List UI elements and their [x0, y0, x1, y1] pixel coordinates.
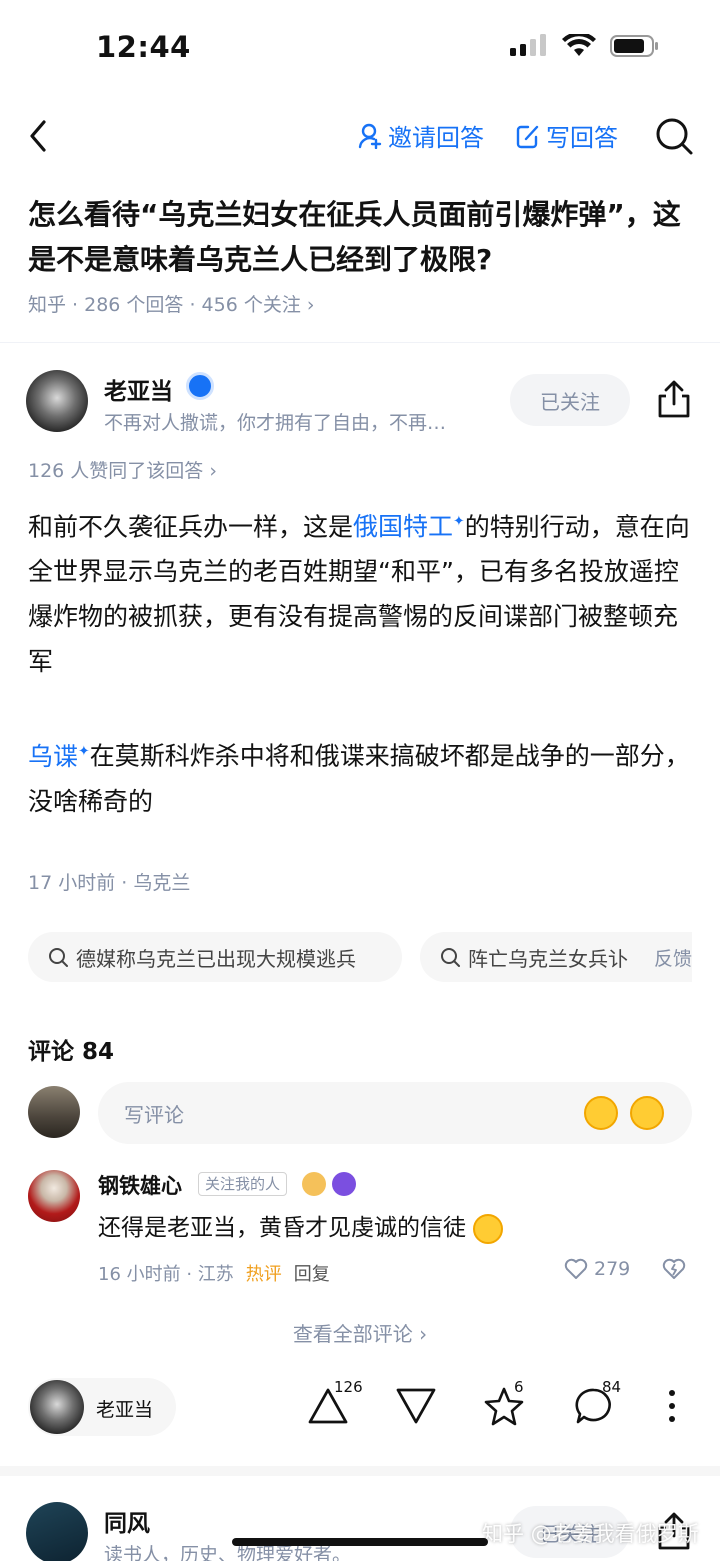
share-icon[interactable]	[654, 378, 694, 420]
wifi-icon	[562, 34, 596, 56]
status-time: 12:44	[96, 30, 191, 64]
vote-summary[interactable]: 126 人赞同了该回答 ›	[28, 456, 217, 483]
question-meta[interactable]: 知乎 · 286 个回答 · 456 个关注 ›	[28, 290, 315, 317]
comment-count: 84	[602, 1378, 622, 1396]
next-author-name[interactable]: 同风	[104, 1504, 150, 1538]
crown-badge-icon	[302, 1172, 326, 1196]
commenter-name[interactable]: 钢铁雄心	[98, 1170, 182, 1200]
answer-paragraph: 和前不久袭征兵办一样，这是俄国特工✦的特别行动，意在向全世界显示乌克兰的老百姓期…	[28, 500, 694, 684]
downvote-triangle-icon	[396, 1388, 436, 1424]
action-bar: 老亚当 126 6 84	[0, 1376, 720, 1440]
edit-icon	[516, 125, 539, 148]
divider	[0, 342, 720, 343]
invite-user-icon	[358, 123, 382, 149]
verified-badge-icon	[186, 372, 214, 400]
author-bio: 不再对人撒谎，你才拥有了自由，不再…	[104, 412, 447, 434]
author-avatar	[30, 1380, 84, 1434]
favorite-button[interactable]: 6	[482, 1378, 526, 1428]
follower-tag: 关注我的人	[198, 1172, 288, 1196]
rofl-emoji-icon	[473, 1213, 504, 1244]
related-searches: 德媒称乌克兰已出现大规模逃兵 阵亡乌克兰女兵讣 反馈	[28, 932, 692, 982]
battery-icon	[610, 35, 658, 57]
question-title[interactable]: 怎么看待“乌克兰妇女在征兵人员面前引爆炸弹”，这是不是意味着乌克兰人已经到了极限…	[28, 192, 692, 282]
more-button[interactable]	[650, 1384, 694, 1428]
comments-button[interactable]: 84	[572, 1378, 621, 1428]
cellular-signal-icon	[510, 34, 546, 56]
answer-text: 和前不久袭征兵办一样，这是	[28, 512, 354, 542]
related-search-chip[interactable]: 德媒称乌克兰已出现大规模逃兵	[28, 932, 402, 982]
rofl-emoji-icon[interactable]	[630, 1096, 664, 1130]
comment-time: 16 小时前 · 江苏	[98, 1264, 234, 1285]
answer-body: 和前不久袭征兵办一样，这是俄国特工✦的特别行动，意在向全世界显示乌克兰的老百姓期…	[28, 500, 694, 869]
next-author-avatar[interactable]	[26, 1502, 88, 1561]
author-row: 老亚当 不再对人撒谎，你才拥有了自由，不再… 已关注	[0, 366, 720, 436]
comment-meta: 16 小时前 · 江苏 热评 回复	[98, 1260, 330, 1286]
upvote-count: 126	[334, 1378, 363, 1396]
hot-comment-badge: 热评	[245, 1264, 282, 1285]
reply-button[interactable]: 回复	[294, 1260, 330, 1286]
related-search-label: 阵亡乌克兰女兵讣	[468, 946, 628, 971]
author-name[interactable]: 老亚当	[104, 372, 173, 406]
section-divider	[0, 1466, 720, 1476]
comment-like-count: 279	[594, 1258, 631, 1280]
author-avatar[interactable]	[26, 370, 88, 432]
answer-meta: 17 小时前 · 乌克兰	[28, 872, 191, 894]
back-icon[interactable]	[22, 116, 58, 156]
related-search-label: 德媒称乌克兰已出现大规模逃兵	[76, 946, 356, 971]
search-icon	[441, 948, 460, 967]
my-avatar	[28, 1086, 80, 1138]
status-bar: 12:44	[0, 0, 720, 96]
comment-text: 还得是老亚当，黄昏才见虔诚的信徒	[98, 1208, 504, 1244]
member-badge-icon	[332, 1172, 356, 1196]
comment-input-row: 写评论	[0, 1082, 720, 1144]
topic-link[interactable]: 俄国特工✦	[353, 512, 465, 541]
topic-link-label: 俄国特工	[353, 512, 454, 542]
heart-icon	[564, 1258, 588, 1279]
home-indicator[interactable]	[232, 1538, 488, 1546]
upvote-button[interactable]: 126	[306, 1378, 363, 1428]
watermark: 知乎 @老姜我看俄罗斯	[482, 1522, 699, 1546]
commenter-avatar[interactable]	[28, 1170, 80, 1222]
invite-answer-label: 邀请回答	[388, 124, 484, 152]
follow-button[interactable]: 已关注	[510, 374, 630, 426]
topic-link[interactable]: 乌谍✦	[28, 742, 90, 771]
answer-paragraph: 乌谍✦在莫斯科炸杀中将和俄谍来搞破坏都是战争的一部分，没啥稀奇的	[28, 729, 694, 823]
author-pill-name: 老亚当	[96, 1399, 154, 1421]
nav-bar: 邀请回答 写回答	[0, 106, 720, 166]
search-icon[interactable]	[654, 116, 694, 156]
downvote-button[interactable]	[394, 1384, 438, 1428]
comments-title: 评论 84	[28, 1039, 115, 1065]
search-icon	[49, 948, 68, 967]
more-vertical-icon	[669, 1390, 675, 1422]
answer-text: 在莫斯科炸杀中将和俄谍来搞破坏都是战争的一部分，没啥稀奇的	[28, 741, 690, 816]
write-answer-button[interactable]: 写回答	[516, 118, 618, 153]
crying-laugh-emoji-icon[interactable]	[584, 1096, 618, 1130]
comment-text-content: 还得是老亚当，黄昏才见虔诚的信徒	[98, 1215, 466, 1241]
feedback-link[interactable]: 反馈	[631, 944, 692, 970]
status-icons	[510, 34, 660, 58]
sparkle-icon: ✦	[78, 743, 90, 760]
broken-heart-icon[interactable]	[662, 1258, 686, 1280]
invite-answer-button[interactable]: 邀请回答	[358, 118, 484, 153]
comment-like-button[interactable]: 279	[564, 1258, 630, 1280]
author-pill[interactable]: 老亚当	[28, 1378, 176, 1436]
favorite-count: 6	[514, 1378, 524, 1396]
sparkle-icon: ✦	[453, 514, 465, 530]
comment-item: 钢铁雄心 关注我的人 还得是老亚当，黄昏才见虔诚的信徒 16 小时前 · 江苏 …	[0, 1168, 720, 1298]
view-all-comments[interactable]: 查看全部评论 ›	[0, 1318, 720, 1347]
write-answer-label: 写回答	[546, 124, 618, 152]
topic-link-label: 乌谍	[28, 741, 79, 771]
